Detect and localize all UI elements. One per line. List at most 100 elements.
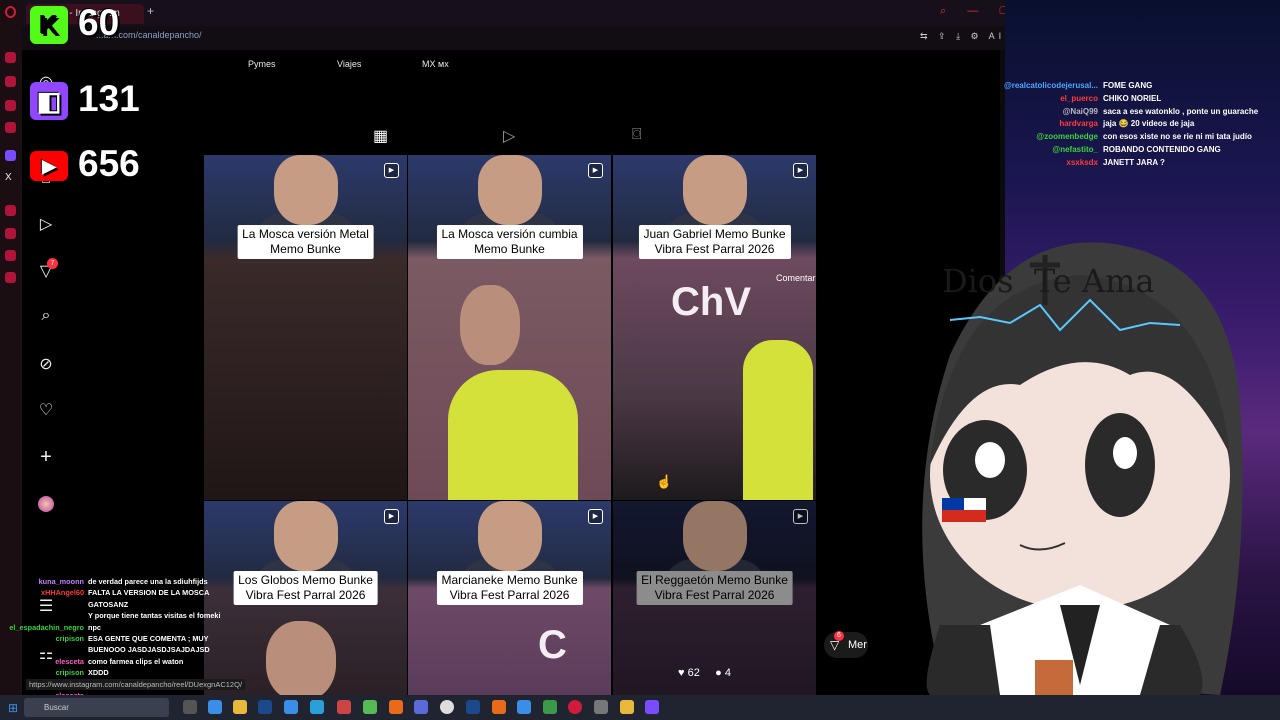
sidebar-app-icon[interactable] — [5, 122, 16, 133]
grid-tab-icon[interactable]: ▦ — [373, 126, 388, 146]
reel-icon: ▶ — [793, 509, 808, 524]
taskbar-app-icon[interactable] — [208, 700, 222, 714]
hover-stats: ♥ 62 ● 4 — [678, 667, 731, 679]
youtube-viewers: ▶ 656 — [30, 143, 140, 185]
sidebar-app-icon[interactable] — [5, 76, 16, 87]
taskbar-app-icon[interactable] — [517, 700, 531, 714]
sidebar-app-icon[interactable] — [5, 205, 16, 216]
search-icon[interactable]: ⌕ — [36, 307, 56, 325]
reel-tile[interactable]: ▶ La Mosca versión Metal Memo Bunke — [204, 155, 407, 500]
chat-message: kuna_moonn de verdad parece una la sdiuhf… — [0, 576, 240, 587]
reel-caption: Marcianeke Memo Bunke Vibra Fest Parral 2… — [436, 571, 583, 605]
reel-icon: ▶ — [384, 163, 399, 178]
reel-icon: ▶ — [588, 163, 603, 178]
taskbar-app-icon[interactable] — [258, 700, 272, 714]
chat-message: GATOSANZ — [0, 599, 240, 610]
chat-username: xHHAngel60 — [41, 588, 84, 598]
chat-overlay-left: kuna_moonn de verdad parece una la sdiuhf… — [0, 576, 240, 713]
singer-face — [266, 621, 336, 695]
twitch-small-icon[interactable] — [5, 150, 16, 161]
task-view-icon[interactable] — [183, 700, 197, 714]
sidebar-app-icon[interactable] — [5, 228, 16, 239]
chat-overlay-right: @realcatolicodejerusal... FOME GANG el_pue… — [988, 80, 1280, 170]
taskbar-app-icon[interactable] — [284, 700, 298, 714]
highlight-mx[interactable]: MX мх — [422, 59, 449, 69]
taskbar-search[interactable]: Buscar — [24, 698, 169, 717]
chat-username: hardvarga — [1059, 119, 1098, 129]
create-plus-icon[interactable]: + — [36, 446, 56, 469]
chat-text: jaja 😂 20 videos de jaja — [1103, 119, 1195, 129]
sidebar-app-icon[interactable] — [5, 52, 16, 63]
x-icon[interactable]: X — [5, 172, 16, 183]
reel-icon: ▶ — [793, 163, 808, 178]
chat-message: el_puerco CHIKO NORIEL — [988, 93, 1280, 106]
taskbar-app-icon[interactable] — [466, 700, 480, 714]
reel-tile[interactable]: ▶ El Reggaetón Memo Bunke Vibra Fest Parr… — [613, 501, 816, 695]
overlay-text: Comentar — [776, 273, 816, 283]
profile-avatar[interactable] — [38, 496, 54, 512]
firefox-icon[interactable] — [389, 700, 403, 714]
singer-yellow-jacket — [448, 370, 578, 500]
opera-logo-icon — [5, 6, 16, 18]
chat-text: BUENOOO JASDJASDJSAJDAJSD — [88, 645, 210, 655]
reel-caption: Los Globos Memo Bunke Vibra Fest Parral 2… — [233, 571, 378, 605]
opera-taskbar-icon[interactable] — [568, 700, 582, 714]
twitch-viewers: ◧ 131 — [30, 78, 140, 121]
taskbar-app-icon[interactable] — [645, 700, 659, 714]
chat-message: cripison ESA GENTE QUE COMENTA ; MUY — [0, 633, 240, 644]
chat-text: ESA GENTE QUE COMENTA ; MUY — [88, 634, 209, 644]
taskbar-app-icon[interactable] — [337, 700, 351, 714]
windows-start-icon[interactable]: ⊞ — [8, 701, 18, 715]
file-explorer-icon[interactable] — [233, 700, 247, 714]
avatar-text: Dios Te Ama — [942, 262, 1155, 300]
sidebar-app-icon[interactable] — [5, 100, 16, 111]
chat-text: ROBANDO CONTENIDO GANG — [1103, 144, 1221, 154]
chat-text: XDDD — [88, 668, 109, 678]
chat-text: FOME GANG — [1103, 81, 1153, 90]
heart-icon: ♥ — [678, 667, 685, 679]
chat-username: cripison — [55, 668, 84, 678]
taskbar-app-icon[interactable] — [594, 700, 608, 714]
explore-icon[interactable]: ⊘ — [36, 354, 56, 374]
sidebar-app-icon[interactable] — [5, 272, 16, 283]
taskbar-app-icon[interactable] — [414, 700, 428, 714]
reel-tile[interactable]: C ▶ Marcianeke Memo Bunke Vibra Fest Parr… — [408, 501, 611, 695]
chat-username: el_puerco — [1060, 93, 1098, 103]
chat-message: @realcatolicodejerusal... FOME GANG — [988, 80, 1280, 93]
chat-username: elesceta — [55, 656, 84, 666]
reel-caption: La Mosca versión cumbia Memo Bunke — [436, 225, 583, 259]
reel-icon: ▶ — [384, 509, 399, 524]
reel-tile[interactable]: ▶ La Mosca versión cumbia Memo Bunke — [408, 155, 611, 500]
highlight-pymes[interactable]: Pymes — [248, 59, 276, 69]
taskbar-app-icon[interactable] — [363, 700, 377, 714]
taskbar-app-icon[interactable] — [492, 700, 506, 714]
chrome-icon[interactable] — [440, 700, 454, 714]
chat-message: elesceta como farmea clips el waton — [0, 656, 240, 667]
reel-tile[interactable]: ChV Comentar ▶ Juan Gabriel Memo Bunke Vi… — [613, 155, 816, 500]
comment-icon: ● — [715, 667, 722, 679]
highlight-viajes[interactable]: Viajes — [337, 59, 361, 69]
person-face — [683, 155, 747, 225]
tagged-tab-icon[interactable]: ⌼ — [632, 126, 642, 144]
chat-username: xsxksdx — [1066, 157, 1098, 167]
chat-text: CHIKO NORIEL — [1103, 93, 1162, 103]
twitch-icon: ◧ — [30, 82, 68, 121]
reels-tab-icon[interactable]: ▷ — [503, 126, 515, 146]
chat-username: @realcatolicodejerusal... — [1003, 81, 1098, 90]
notifications-heart-icon[interactable]: ♡ — [36, 400, 56, 420]
chat-message: cripison XDDD — [0, 667, 240, 678]
kick-icon: K — [30, 6, 68, 45]
person-face — [478, 501, 542, 571]
sidebar-app-icon[interactable] — [5, 250, 16, 261]
chat-username: @NaiQ99 — [1062, 106, 1098, 116]
edge-icon[interactable] — [310, 700, 324, 714]
taskbar-app-icon[interactable] — [620, 700, 634, 714]
chat-text: de verdad parece una la sdiuhfijds — [88, 577, 208, 586]
notifications-badge: 6 — [834, 631, 844, 641]
chat-message: hardvarga jaja 😂 20 videos de jaja — [988, 118, 1280, 131]
messages-badge: 7 — [47, 258, 58, 269]
taskbar-app-icon[interactable] — [543, 700, 557, 714]
reels-nav-icon[interactable]: ▷ — [36, 214, 56, 234]
chat-username: el_espadachin_negro — [9, 622, 84, 632]
new-tab-button[interactable]: + — [147, 4, 154, 18]
